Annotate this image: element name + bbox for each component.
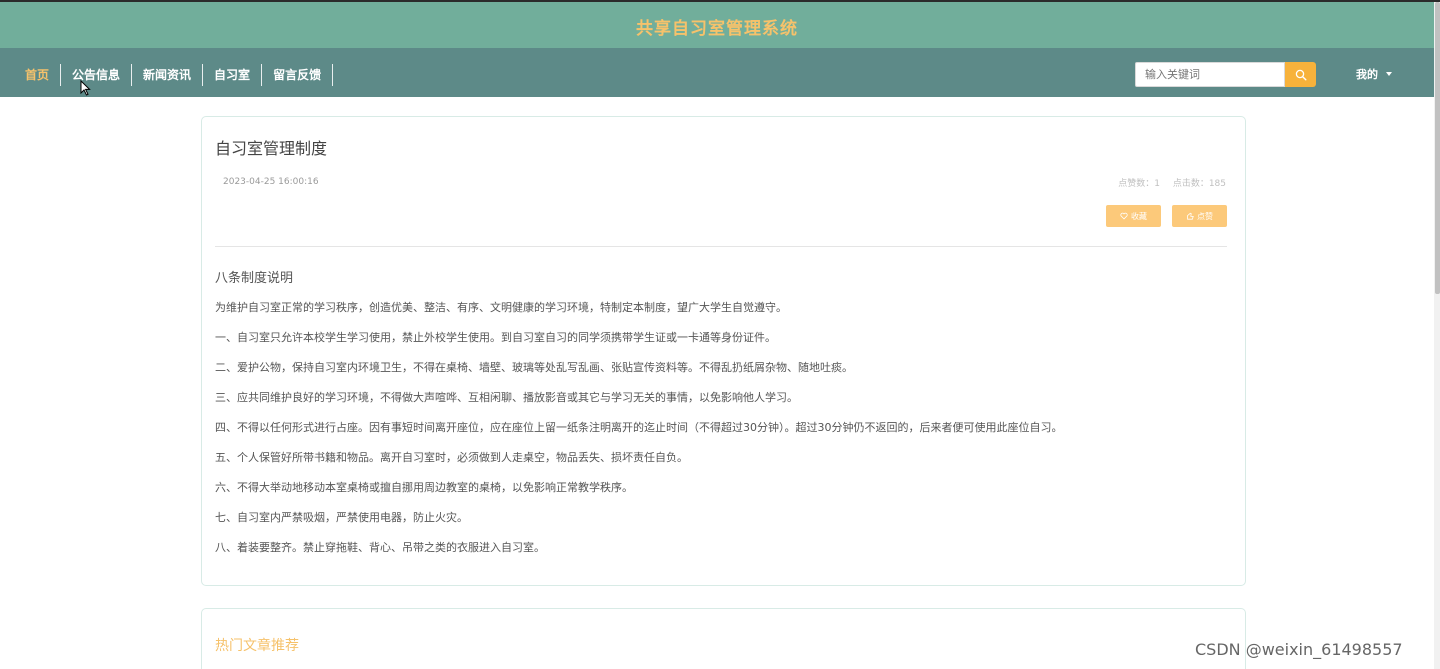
article-date: 2023-04-25 16:00:16 — [223, 177, 319, 187]
mouse-cursor-icon — [80, 80, 91, 96]
chevron-down-icon — [1386, 72, 1392, 76]
site-title: 共享自习室管理系统 — [636, 19, 798, 39]
content-paragraph: 三、应共同维护良好的学习环境，不得做大声喧哗、互相闲聊、播放影音或其它与学习无关… — [215, 391, 798, 404]
heart-icon — [1120, 212, 1128, 220]
nav-item-study-room[interactable]: 自习室 — [203, 64, 263, 86]
favorite-label: 收藏 — [1131, 211, 1147, 221]
article-card: 自习室管理制度 2023-04-25 16:00:16 点赞数：1 点击数：18… — [201, 116, 1246, 586]
content-paragraph: 五、个人保管好所带书籍和物品。离开自习室时，必须做到人走桌空，物品丢失、损坏责任… — [215, 451, 688, 464]
search-input[interactable] — [1135, 62, 1285, 87]
article-content: 八条制度说明 为维护自习室正常的学习秩序，创造优美、整洁、有序、文明健康的学习环… — [215, 267, 1235, 570]
nav-items: 首页 公告信息 新闻资讯 自习室 留言反馈 — [14, 64, 334, 86]
content-paragraph: 为维护自习室正常的学习秩序，创造优美、整洁、有序、文明健康的学习环境，特制定本制… — [215, 301, 787, 314]
user-menu[interactable]: 我的 — [1356, 66, 1392, 82]
site-header: 共享自习室管理系统 — [0, 2, 1434, 48]
content-sub-heading: 八条制度说明 — [215, 271, 294, 286]
content-paragraph: 一、自习室只允许本校学生学习使用，禁止外校学生使用。到自习室自习的同学须携带学生… — [215, 331, 776, 344]
nav-item-news[interactable]: 新闻资讯 — [132, 64, 204, 86]
hot-articles-title: 热门文章推荐 — [215, 638, 299, 654]
search-icon — [1295, 69, 1307, 81]
like-label: 点赞 — [1197, 211, 1213, 221]
thumb-up-icon — [1187, 212, 1194, 220]
user-menu-label: 我的 — [1356, 68, 1378, 81]
favorite-button[interactable]: 收藏 — [1106, 205, 1161, 227]
content-paragraph: 七、自习室内严禁吸烟，严禁使用电器，防止火灾。 — [215, 511, 468, 524]
nav-item-announcements[interactable]: 公告信息 — [61, 64, 133, 86]
content-paragraph: 二、爱护公物，保持自习室内环境卫生，不得在桌椅、墙壁、玻璃等处乱写乱画、张贴宣传… — [215, 361, 853, 374]
article-title: 自习室管理制度 — [215, 139, 328, 158]
click-count: 点击数：185 — [1172, 179, 1226, 189]
search-button[interactable] — [1285, 62, 1316, 87]
content-paragraph: 八、着装要整齐。禁止穿拖鞋、背心、吊带之类的衣服进入自习室。 — [215, 541, 545, 554]
nav-item-feedback[interactable]: 留言反馈 — [262, 64, 334, 86]
like-count: 点赞数：1 — [1118, 179, 1160, 189]
like-button[interactable]: 点赞 — [1172, 205, 1227, 227]
content-paragraph: 六、不得大举动地移动本室桌椅或擅自挪用周边教室的桌椅，以免影响正常教学秩序。 — [215, 481, 633, 494]
article-stats: 点赞数：1 点击数：185 — [1118, 176, 1226, 189]
hot-articles-card: 热门文章推荐 — [201, 608, 1246, 669]
divider — [215, 246, 1227, 247]
scrollbar-thumb[interactable] — [1435, 2, 1440, 294]
content-paragraph: 四、不得以任何形式进行占座。因有事短时间离开座位，应在座位上留一纸条注明离开的迄… — [215, 421, 1063, 434]
nav-item-home[interactable]: 首页 — [14, 64, 62, 86]
watermark: CSDN @weixin_61498557 — [1195, 640, 1403, 659]
